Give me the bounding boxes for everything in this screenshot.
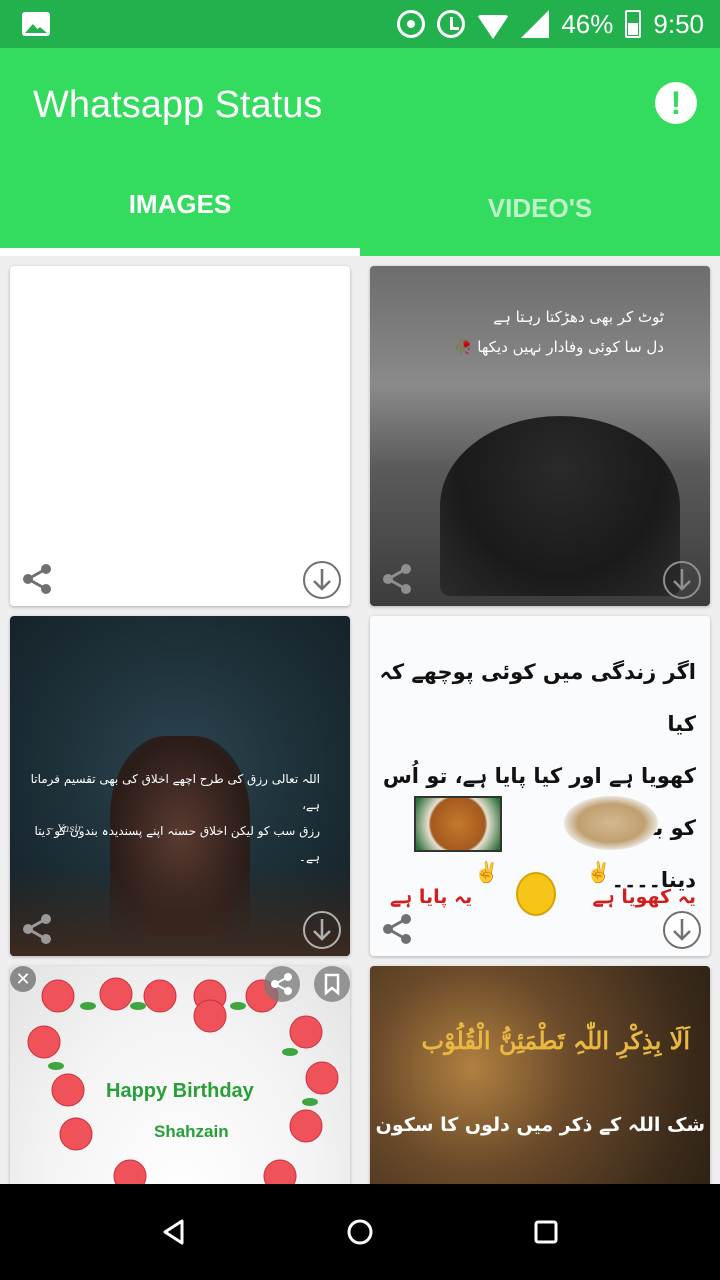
cake-text-name: Shahzain [154,1122,229,1141]
gallery-notification-icon [22,12,50,36]
status-image-card[interactable] [10,266,350,606]
caption-line: اللہ تعالی رزق کی طرح اچھے اخلاق کی بھی … [30,772,320,812]
photo-ground [10,866,350,956]
location-icon [397,10,426,38]
download-icon[interactable] [662,910,702,950]
share-icon[interactable] [264,966,300,1002]
author-signature: ~ Yasir [46,824,83,835]
recents-icon[interactable] [532,1218,560,1246]
share-icon[interactable] [20,562,54,596]
urdu-caption: ٹوٹ کر بھی دھڑکتا رہتا ہے دل سا کوئی وفا… [454,302,664,362]
food-curry-image [414,796,502,852]
caption-line: اگر زندگی میں کوئی پوچھے کہ کیا [379,660,696,736]
close-icon[interactable]: ✕ [10,966,36,992]
download-icon[interactable] [662,560,702,600]
urdu-translation: بے شک اللہ کے ذکر میں دلوں کا سکون ہے [370,1114,710,1136]
download-icon[interactable] [302,560,342,600]
status-bar: 46% 9:50 [0,0,720,48]
system-nav-bar [0,1184,720,1280]
back-icon[interactable] [160,1218,188,1246]
urdu-caption-lost: یہ کھویا ہے [592,886,696,908]
status-image-card[interactable]: اللہ تعالی رزق کی طرح اچھے اخلاق کی بھی … [10,616,350,956]
food-bread-image [564,796,658,850]
info-icon[interactable]: ! [655,82,697,124]
victory-hand-icon: ✌ [586,862,611,884]
urdu-caption: اگر زندگی میں کوئی پوچھے کہ کیا کھویا ہے… [370,646,696,906]
urdu-caption-found: یہ پایا ہے [390,886,473,908]
share-icon[interactable] [20,912,54,946]
battery-icon [625,10,642,38]
tab-videos[interactable]: VIDEO'S [360,160,720,256]
caption-line: ٹوٹ کر بھی دھڑکتا رہتا ہے [493,308,664,326]
status-image-grid[interactable]: ٹوٹ کر بھی دھڑکتا رہتا ہے دل سا کوئی وفا… [0,256,720,1184]
emoji-face [516,872,556,916]
status-image-card[interactable]: اگر زندگی میں کوئی پوچھے کہ کیا کھویا ہے… [370,616,710,956]
alarm-icon [437,10,466,38]
share-icon[interactable] [380,912,414,946]
bookmark-icon[interactable] [314,966,350,1002]
status-image-card[interactable]: اَلَا بِذِکْرِ اللّٰہِ تَطْمَئِنُّ الْقُ… [370,966,710,1184]
wifi-icon [477,15,510,39]
tab-images[interactable]: IMAGES [0,160,360,248]
cake-text-happy-birthday: Happy Birthday [106,1080,254,1102]
home-icon[interactable] [346,1218,374,1246]
caption-line: دل سا کوئی وفادار نہیں دیکھا 🥀 [453,338,664,356]
arabic-calligraphy: اَلَا بِذِکْرِ اللّٰہِ تَطْمَئِنُّ الْقُ… [421,1026,690,1055]
status-image-card[interactable]: ٹوٹ کر بھی دھڑکتا رہتا ہے دل سا کوئی وفا… [370,266,710,606]
clock: 9:50 [653,8,704,39]
status-image-card[interactable]: Happy Birthday Shahzain ✕ [10,966,350,1184]
victory-hand-icon: ✌ [474,862,499,884]
urdu-caption: اللہ تعالی رزق کی طرح اچھے اخلاق کی بھی … [10,766,320,870]
tab-indicator [0,248,360,256]
download-icon[interactable] [302,910,342,950]
photo-figure [440,416,680,596]
app-title: Whatsapp Status [33,84,323,126]
cell-signal-icon [521,10,550,38]
battery-percent: 46% [561,8,614,39]
share-icon[interactable] [380,562,414,596]
